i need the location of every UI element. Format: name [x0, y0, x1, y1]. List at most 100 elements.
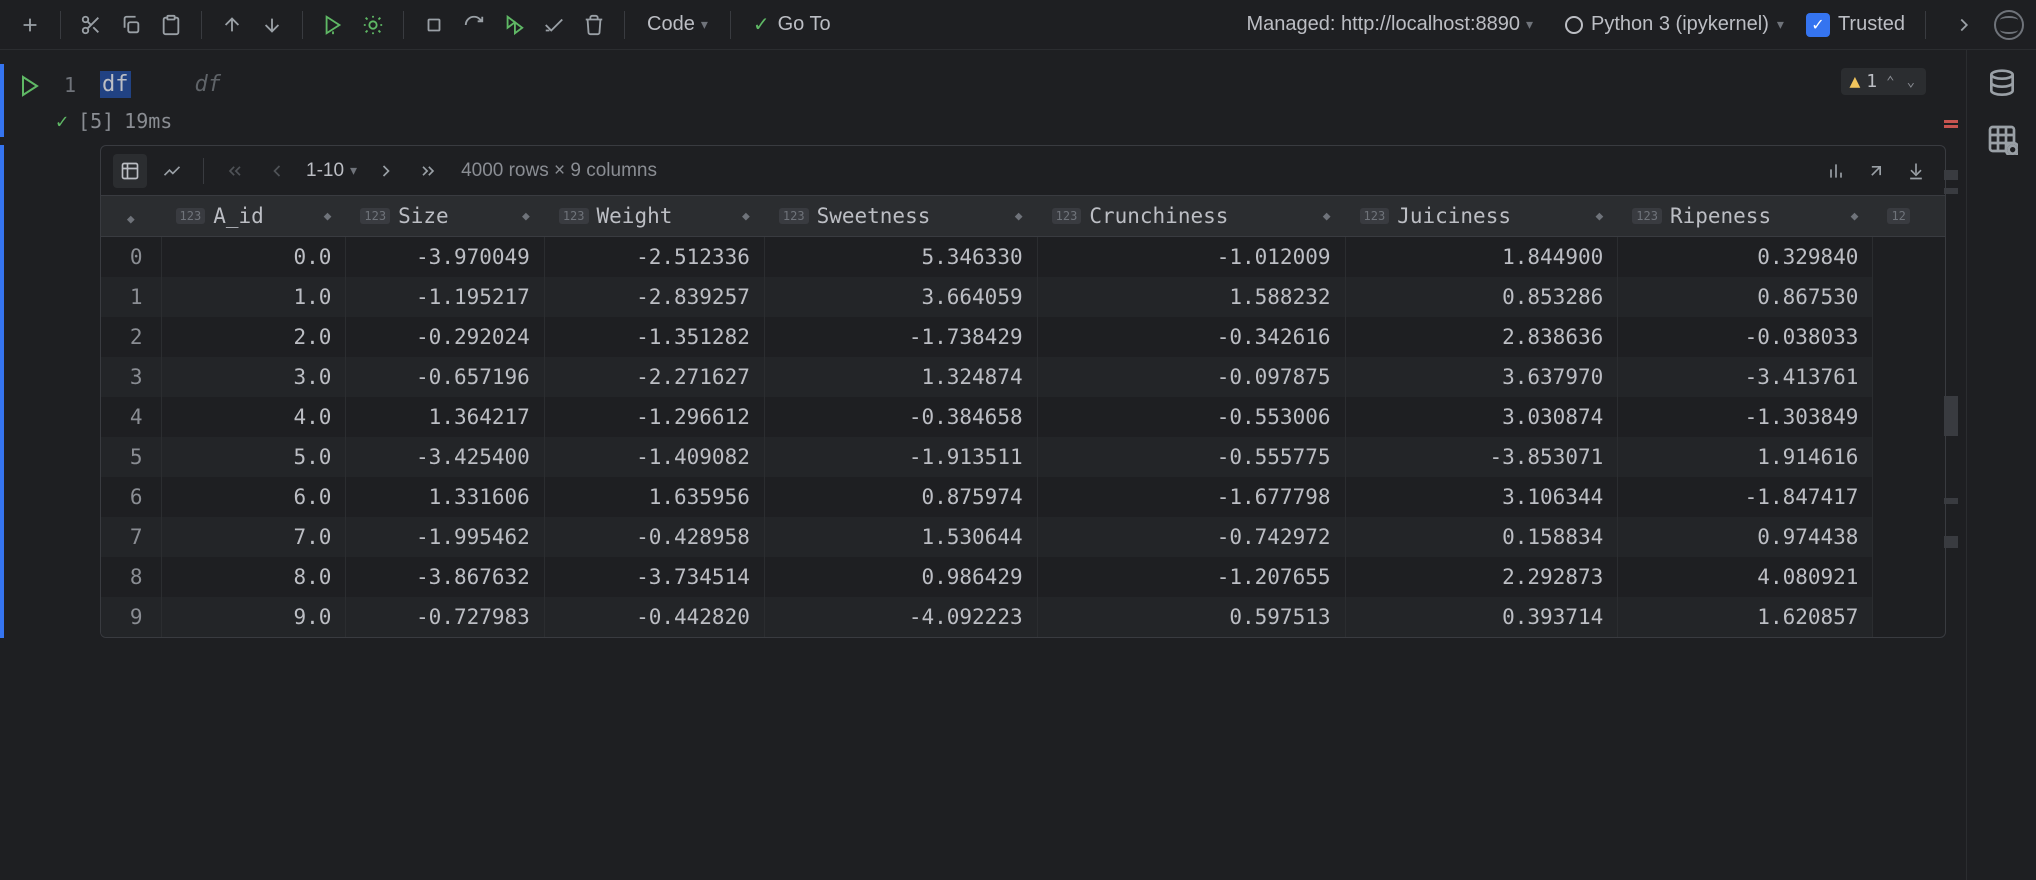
add-cell-button[interactable] [12, 7, 48, 43]
cell: -1.738429 [764, 317, 1037, 357]
inspection-badge[interactable]: ▲ 1 ⌃ ⌄ [1841, 68, 1926, 95]
cell: 7.0 [161, 517, 346, 557]
delete-cell-button[interactable] [576, 7, 612, 43]
table-row[interactable]: 88.0-3.867632-3.7345140.986429-1.2076552… [101, 557, 1945, 597]
server-dropdown[interactable]: Managed: http://localhost:8890 ▾ [1236, 13, 1543, 36]
chevron-down-icon: ▾ [350, 162, 357, 179]
cell: -0.727983 [346, 597, 544, 637]
table-tool-button[interactable] [1986, 123, 2018, 160]
page-range-dropdown[interactable]: 1-10 ▾ [302, 160, 361, 182]
table-view-button[interactable] [113, 154, 147, 188]
column-header[interactable]: 123Sweetness◆ [764, 196, 1037, 237]
column-header[interactable]: 123Crunchiness◆ [1037, 196, 1345, 237]
table-row[interactable]: 22.0-0.292024-1.351282-1.738429-0.342616… [101, 317, 1945, 357]
right-tool-rail [1966, 50, 2036, 880]
stop-button[interactable] [416, 7, 452, 43]
run-cell-gutter-button[interactable] [0, 64, 56, 137]
cell: -2.512336 [544, 237, 764, 278]
chevron-down-icon: ▾ [701, 16, 708, 33]
run-cell-button[interactable] [315, 7, 351, 43]
export-button[interactable] [1899, 154, 1933, 188]
paste-button[interactable] [153, 7, 189, 43]
column-header[interactable]: 123Size◆ [346, 196, 544, 237]
column-name: Crunchiness [1089, 204, 1228, 228]
goto-label: Go To [778, 13, 831, 36]
table-row[interactable]: 00.0-3.970049-2.5123365.346330-1.0120091… [101, 237, 1945, 278]
chart-view-button[interactable] [155, 154, 189, 188]
index-column-header[interactable]: ◆ [101, 196, 161, 237]
cell-type-dropdown[interactable]: Code ▾ [637, 13, 718, 36]
clear-outputs-button[interactable] [536, 7, 572, 43]
table-row[interactable]: 66.01.3316061.6359560.875974-1.6777983.1… [101, 477, 1945, 517]
column-header[interactable]: 123A_id◆ [161, 196, 346, 237]
statistics-button[interactable] [1819, 154, 1853, 188]
table-row[interactable]: 99.0-0.727983-0.442820-4.0922230.5975130… [101, 597, 1945, 637]
trusted-label: Trusted [1838, 13, 1905, 36]
cell: 5.0 [161, 437, 346, 477]
row-index: 8 [101, 557, 161, 597]
cell: 3.664059 [764, 277, 1037, 317]
column-header[interactable]: 12 [1873, 196, 1945, 237]
database-tool-button[interactable] [1986, 68, 2018, 105]
table-row[interactable]: 33.0-0.657196-2.2716271.324874-0.0978753… [101, 357, 1945, 397]
column-header[interactable]: 123Juiciness◆ [1345, 196, 1618, 237]
expand-right-button[interactable] [1946, 7, 1982, 43]
column-header[interactable]: 123Ripeness◆ [1618, 196, 1873, 237]
type-badge: 123 [1052, 208, 1082, 224]
server-label: Managed: http://localhost:8890 [1246, 13, 1520, 36]
data-table[interactable]: ◆123A_id◆123Size◆123Weight◆123Sweetness◆… [101, 196, 1945, 637]
page-range-label: 1-10 [306, 160, 344, 182]
open-new-tab-button[interactable] [1859, 154, 1893, 188]
debug-button[interactable] [355, 7, 391, 43]
trusted-toggle[interactable]: ✓ Trusted [1806, 13, 1905, 37]
cell: -4.092223 [764, 597, 1037, 637]
sort-icon: ◆ [522, 209, 530, 224]
cell: 4.0 [161, 397, 346, 437]
execution-status: ✓ [5] 19ms [56, 105, 1966, 137]
goto-button[interactable]: ✓ Go To [743, 12, 841, 37]
line-number: 1 [56, 73, 76, 97]
cell: -0.657196 [346, 357, 544, 397]
column-name: Ripeness [1670, 204, 1771, 228]
code-input[interactable]: df [100, 72, 131, 97]
cell: -1.351282 [544, 317, 764, 357]
cell: 2.838636 [1345, 317, 1618, 357]
cut-button[interactable] [73, 7, 109, 43]
cell: 0.986429 [764, 557, 1037, 597]
last-page-button[interactable] [411, 154, 445, 188]
cell: 1.620857 [1618, 597, 1873, 637]
cell: 1.635956 [544, 477, 764, 517]
cell: -0.384658 [764, 397, 1037, 437]
move-up-button[interactable] [214, 7, 250, 43]
cell: -1.303849 [1618, 397, 1873, 437]
check-icon: ✓ [753, 12, 770, 37]
prev-page-button[interactable] [260, 154, 294, 188]
prev-warning-button[interactable]: ⌃ [1883, 74, 1897, 90]
table-row[interactable]: 44.01.364217-1.296612-0.384658-0.5530063… [101, 397, 1945, 437]
cell: -0.292024 [346, 317, 544, 357]
first-page-button[interactable] [218, 154, 252, 188]
chevron-down-icon: ▾ [1526, 16, 1533, 33]
move-down-button[interactable] [254, 7, 290, 43]
run-all-button[interactable] [496, 7, 532, 43]
cell: 1.364217 [346, 397, 544, 437]
table-row[interactable]: 55.0-3.425400-1.409082-1.913511-0.555775… [101, 437, 1945, 477]
editor-minimap[interactable] [1944, 120, 1958, 880]
table-toolbar: 1-10 ▾ 4000 rows × 9 columns [101, 146, 1945, 196]
row-index: 6 [101, 477, 161, 517]
column-header[interactable]: 123Weight◆ [544, 196, 764, 237]
copy-button[interactable] [113, 7, 149, 43]
table-row[interactable]: 77.0-1.995462-0.4289581.530644-0.7429720… [101, 517, 1945, 557]
sort-icon: ◆ [324, 209, 332, 224]
restart-button[interactable] [456, 7, 492, 43]
next-page-button[interactable] [369, 154, 403, 188]
cell: 0.853286 [1345, 277, 1618, 317]
cell: 0.867530 [1618, 277, 1873, 317]
cell-output: 1-10 ▾ 4000 rows × 9 columns ◆123A_id◆12… [0, 145, 1966, 638]
table-row[interactable]: 11.0-1.195217-2.8392573.6640591.5882320.… [101, 277, 1945, 317]
type-badge: 123 [176, 208, 206, 224]
next-warning-button[interactable]: ⌄ [1904, 74, 1918, 90]
cell: -1.296612 [544, 397, 764, 437]
kernel-dropdown[interactable]: Python 3 (ipykernel) ▾ [1555, 13, 1794, 36]
dataframe-viewer: 1-10 ▾ 4000 rows × 9 columns ◆123A_id◆12… [100, 145, 1946, 638]
